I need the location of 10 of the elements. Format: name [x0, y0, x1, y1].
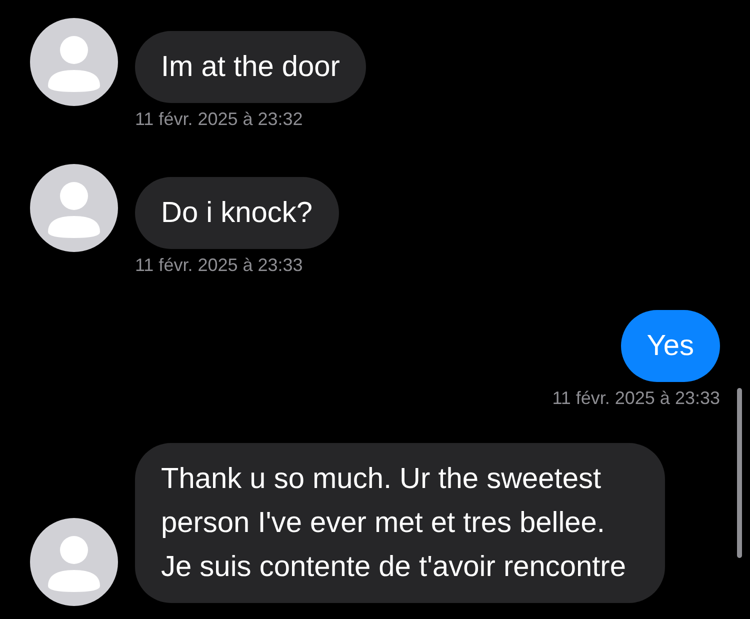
timestamp: 11 févr. 2025 à 23:33 [552, 388, 720, 409]
timestamp: 11 févr. 2025 à 23:33 [135, 255, 303, 276]
avatar-icon [30, 164, 118, 252]
received-message: Do i knock? [135, 177, 339, 249]
avatar-icon [30, 18, 118, 106]
received-message: Im at the door [135, 31, 366, 103]
sent-message: Yes [620, 310, 720, 382]
timestamp: 11 févr. 2025 à 23:32 [135, 109, 303, 130]
avatar-icon [30, 518, 118, 606]
received-message: Thank u so much. Ur the sweetest person I've ever met et tres bellee. Je suis contente de t'avoir rencontre [135, 443, 665, 603]
